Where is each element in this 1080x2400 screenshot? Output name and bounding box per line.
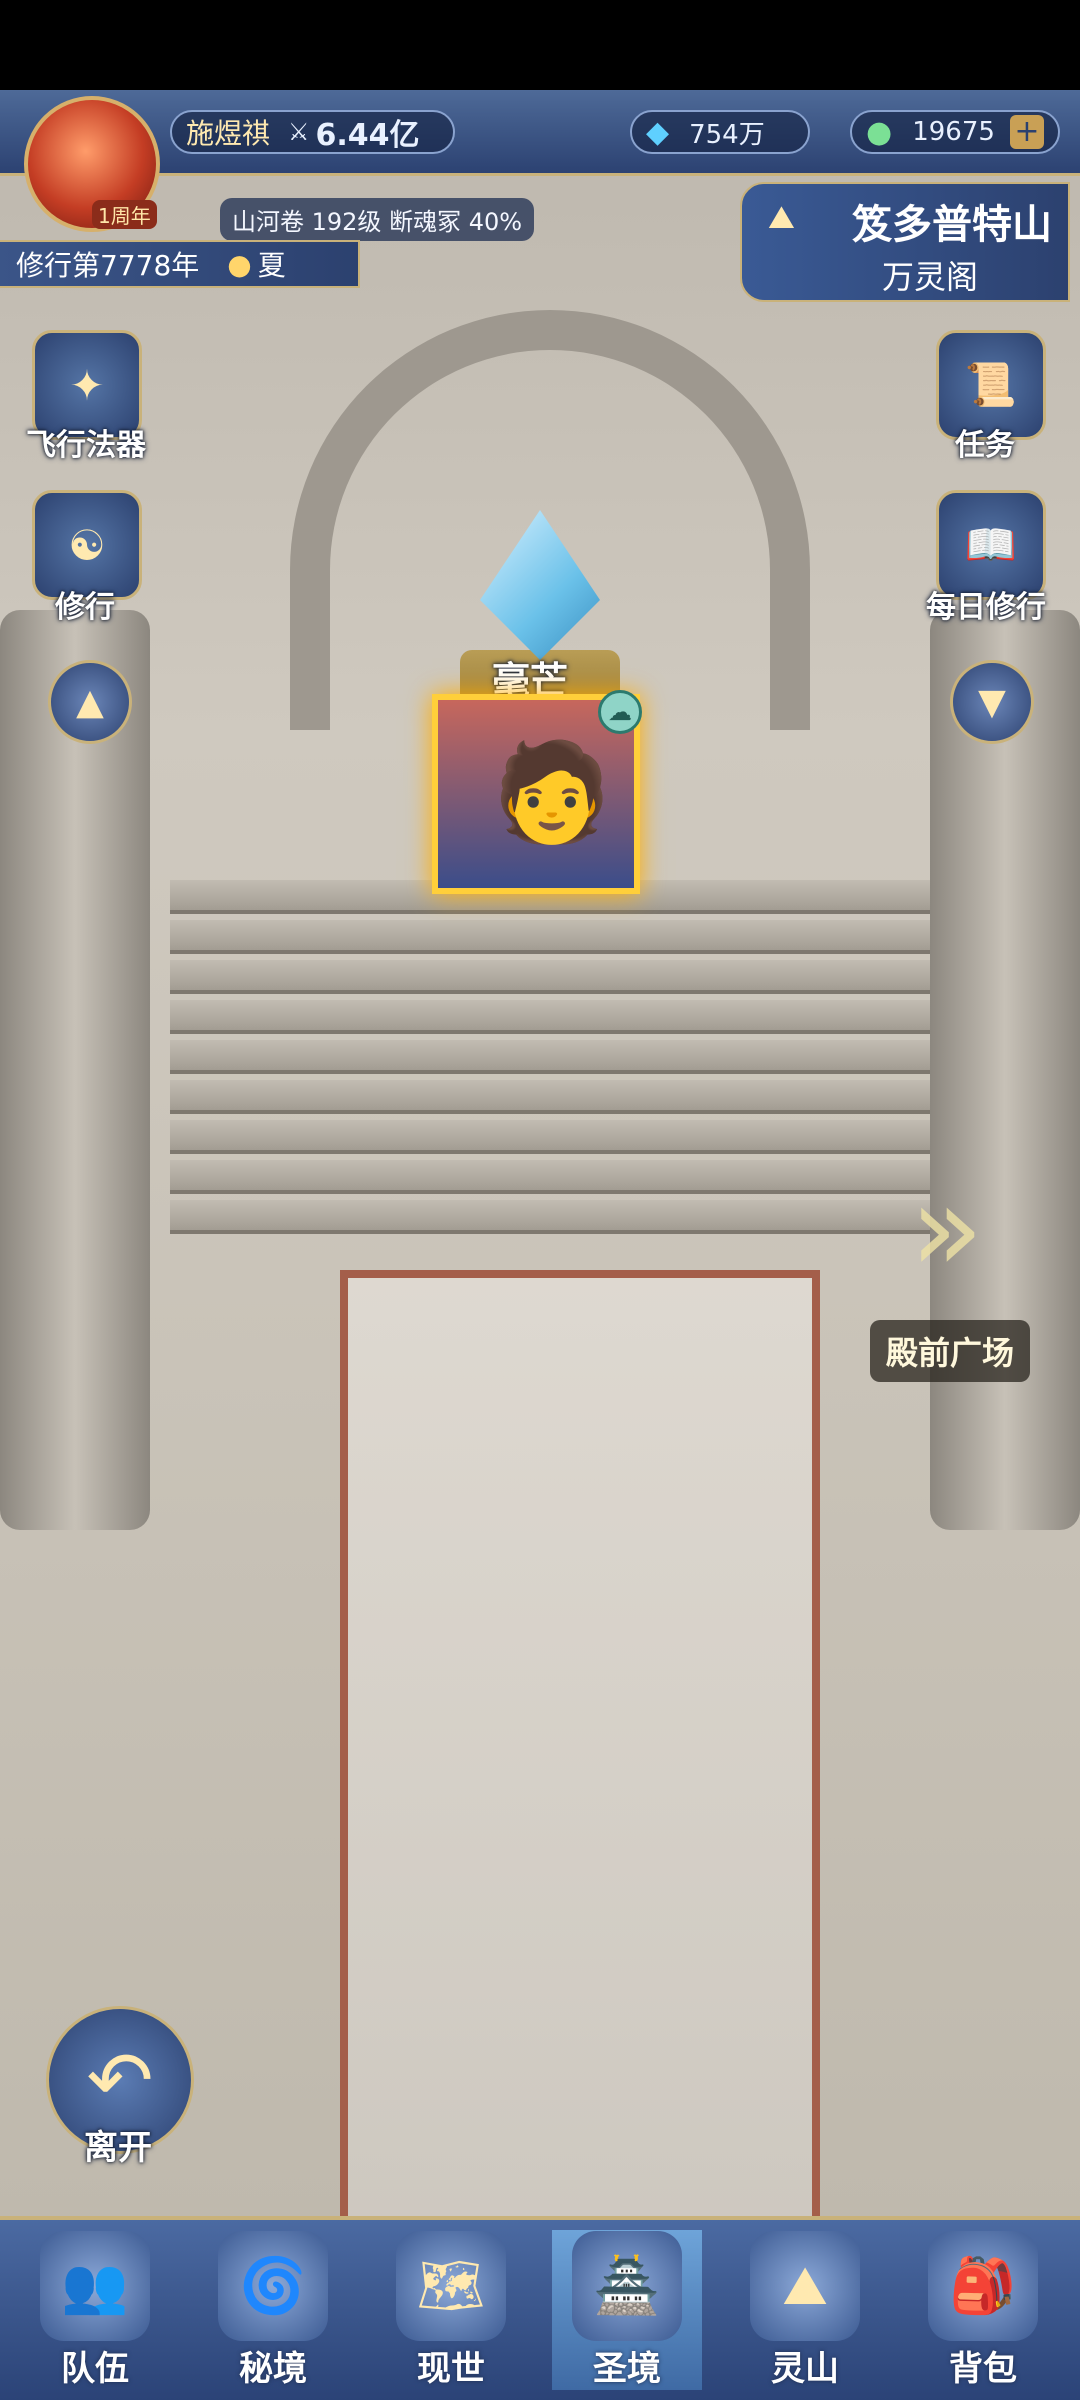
pillar-left (0, 610, 150, 1530)
tab-sacred-realm[interactable]: 🏯 圣境 (552, 2230, 702, 2390)
anniversary-badge: 1周年 (92, 200, 157, 229)
crystal-amount: 754万 (689, 119, 765, 150)
jade-currency[interactable]: ● 19675 + (850, 110, 1060, 154)
tab-team-label: 队伍 (61, 2349, 129, 2389)
back-arrow-icon: ↶ (86, 2033, 154, 2127)
collapse-up-button[interactable]: ▲ (48, 660, 132, 744)
spirit-mountain-icon: ⛰ (750, 2231, 860, 2341)
flying-artifact-icon: ✦ (69, 360, 105, 410)
team-icon: 👥 (40, 2231, 150, 2341)
crystal-icon-small: ◆ (646, 114, 670, 150)
stairs (170, 880, 930, 1240)
player-info-pill[interactable]: 施煜祺 ⚔ 6.44亿 (170, 110, 455, 154)
temple-scene (0, 90, 1080, 2310)
tab-backpack[interactable]: 🎒 背包 (908, 2230, 1058, 2390)
game-screen: { "player": { "name": "施煜祺", "power": "6… (0, 0, 1080, 2400)
location-place: 万灵阁 (882, 258, 979, 296)
crystal-currency[interactable]: ◆ 754万 (630, 110, 810, 154)
combat-power-icon: ⚔ (288, 118, 310, 146)
tab-spirit-mountain[interactable]: ⛰ 灵山 (730, 2230, 880, 2390)
npc-avatar-icon: 🧑 (492, 736, 612, 848)
collapse-down-button[interactable]: ▼ (950, 660, 1034, 744)
chevron-down-icon: ▼ (978, 681, 1006, 723)
sun-icon: ● (227, 247, 252, 281)
add-jade-icon[interactable]: + (1010, 115, 1044, 149)
npc-chat-icon[interactable]: ☁ (598, 690, 642, 734)
leave-label: 离开 (84, 2128, 152, 2168)
tab-team[interactable]: 👥 队伍 (20, 2230, 170, 2390)
jade-icon: ● (866, 114, 893, 150)
tab-spirit-mountain-label: 灵山 (771, 2349, 839, 2389)
combat-power-value: 6.44亿 (315, 118, 420, 153)
location-banner[interactable]: ⛰ 笈多普特山 万灵阁 (740, 182, 1070, 302)
red-carpet-path (340, 1270, 820, 2310)
world-icon: 🗺 (396, 2231, 506, 2341)
secret-realm-icon: 🌀 (218, 2231, 328, 2341)
year-bar: 修行第7778年 ● 夏 (0, 240, 360, 288)
location-region: 笈多普特山 (852, 202, 1052, 248)
cultivation-icon: ☯ (68, 520, 106, 570)
chevron-up-icon: ▲ (76, 681, 104, 723)
sacred-realm-icon: 🏯 (572, 2231, 682, 2341)
tab-world[interactable]: 🗺 现世 (376, 2230, 526, 2390)
tab-secret-realm[interactable]: 🌀 秘境 (198, 2230, 348, 2390)
flying-artifact-label: 飞行法器 (26, 428, 146, 463)
portal-arrow-icon[interactable]: » (910, 1160, 1030, 1300)
tab-sacred-realm-label: 圣境 (593, 2349, 661, 2389)
location-icon: ⛰ (768, 198, 795, 236)
tab-world-label: 现世 (417, 2349, 485, 2389)
player-name: 施煜祺 (186, 117, 271, 150)
quest-label: 任务 (955, 428, 1015, 463)
tab-secret-realm-label: 秘境 (239, 2349, 307, 2389)
cultivation-year: 修行第7778年 (16, 249, 200, 282)
portal-plaza-label[interactable]: 殿前广场 (870, 1320, 1031, 1382)
pillar-right (930, 610, 1080, 1530)
cultivation-label: 修行 (55, 590, 115, 625)
season-label: 夏 (257, 249, 286, 282)
level-info: 山河卷 192级 断魂冢 40% (220, 198, 535, 241)
daily-cultivation-icon: 📖 (964, 520, 1018, 569)
tab-backpack-label: 背包 (949, 2349, 1017, 2389)
quest-icon: 📜 (964, 360, 1018, 409)
jade-amount: 19675 (912, 117, 995, 147)
backpack-icon: 🎒 (928, 2231, 1038, 2341)
daily-cultivation-label: 每日修行 (926, 590, 1046, 625)
